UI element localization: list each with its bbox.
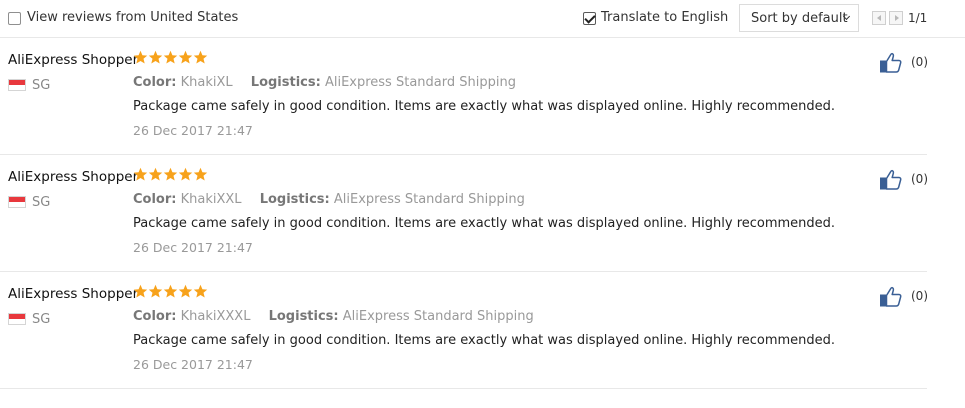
review-text: Package came safely in good condition. I… [133, 333, 836, 348]
like-count: (0) [911, 55, 928, 69]
star-icon [163, 284, 178, 298]
color-value: KhakiXL [180, 75, 233, 90]
logistics-value: AliExpress Standard Shipping [333, 192, 525, 207]
review-toolbar: View reviews from United States Translat… [0, 0, 965, 38]
rating-stars-svg [133, 284, 208, 298]
next-page-button[interactable] [889, 11, 903, 25]
color-key: Color: [133, 75, 177, 90]
star-icon [148, 167, 163, 181]
rating-stars [133, 167, 208, 183]
singapore-flag-icon [8, 79, 26, 91]
logistics-key: Logistics: [259, 192, 330, 207]
star-icon [178, 284, 193, 298]
reviewer-country: SG [32, 312, 51, 327]
star-icon [163, 167, 178, 181]
filter-us-checkbox[interactable] [8, 12, 21, 25]
star-icon [133, 50, 148, 64]
chevron-left-icon [877, 15, 881, 21]
thumbs-up-icon[interactable] [879, 285, 903, 309]
sort-dropdown-label: Sort by default [751, 11, 848, 26]
thumbs-up-icon[interactable] [879, 51, 903, 75]
star-icon [133, 167, 148, 181]
reviewer-country: SG [32, 195, 51, 210]
review-attributes: Color: KhakiXXXL Logistics: AliExpress S… [133, 309, 534, 324]
logistics-key: Logistics: [250, 75, 321, 90]
translate-checkbox[interactable] [583, 12, 596, 25]
reviewer-name: AliExpress Shopper [8, 169, 139, 185]
logistics-key: Logistics: [268, 309, 339, 324]
review-item: AliExpress Shopper SG Color: KhakiXXXL L… [0, 272, 928, 389]
color-value: KhakiXXXL [180, 309, 251, 324]
star-icon [178, 50, 193, 64]
rating-stars-svg [133, 50, 208, 64]
review-text: Package came safely in good condition. I… [133, 99, 836, 114]
translate-label[interactable]: Translate to English [601, 10, 728, 25]
star-icon [193, 167, 208, 181]
star-icon [148, 50, 163, 64]
star-icon [163, 50, 178, 64]
like-count: (0) [911, 172, 928, 186]
star-icon [133, 284, 148, 298]
reviewer-name: AliExpress Shopper [8, 52, 139, 68]
page-indicator: 1/1 [908, 11, 928, 25]
review-attributes: Color: KhakiXXL Logistics: AliExpress St… [133, 192, 525, 207]
singapore-flag-icon [8, 313, 26, 325]
color-value: KhakiXXL [180, 192, 242, 207]
filter-us-label[interactable]: View reviews from United States [27, 10, 238, 25]
reviewer-name: AliExpress Shopper [8, 286, 139, 302]
review-item: AliExpress Shopper SG Color: KhakiXXL Lo… [0, 155, 928, 272]
review-text: Package came safely in good condition. I… [133, 216, 836, 231]
prev-page-button[interactable] [872, 11, 886, 25]
color-key: Color: [133, 192, 177, 207]
rating-stars [133, 50, 208, 66]
chevron-right-icon [895, 15, 899, 21]
singapore-flag-icon [8, 196, 26, 208]
logistics-value: AliExpress Standard Shipping [342, 309, 534, 324]
star-icon [148, 284, 163, 298]
review-attributes: Color: KhakiXL Logistics: AliExpress Sta… [133, 75, 516, 90]
thumbs-up-icon[interactable] [879, 168, 903, 192]
review-item: AliExpress Shopper SG Color: KhakiXL Log… [0, 38, 928, 155]
star-icon [193, 284, 208, 298]
rating-stars-svg [133, 167, 208, 181]
color-key: Color: [133, 309, 177, 324]
logistics-value: AliExpress Standard Shipping [324, 75, 516, 90]
reviewer-country: SG [32, 78, 51, 93]
review-date: 26 Dec 2017 21:47 [133, 240, 253, 255]
star-icon [193, 50, 208, 64]
star-icon [178, 167, 193, 181]
sort-dropdown[interactable]: Sort by default [739, 4, 859, 32]
review-date: 26 Dec 2017 21:47 [133, 357, 253, 372]
review-date: 26 Dec 2017 21:47 [133, 123, 253, 138]
like-count: (0) [911, 289, 928, 303]
rating-stars [133, 284, 208, 300]
